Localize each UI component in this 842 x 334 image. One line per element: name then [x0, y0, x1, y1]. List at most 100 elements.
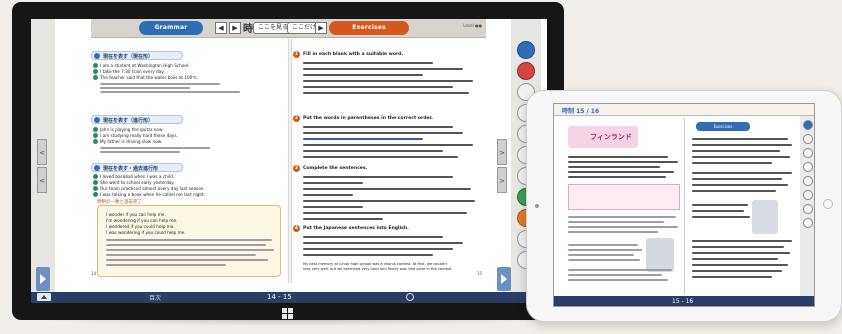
- ipad-bottom-bar: 15 - 16: [554, 296, 814, 306]
- example-8-icon[interactable]: [93, 180, 98, 185]
- example-3-icon[interactable]: [93, 75, 98, 80]
- exercise-page: 1 Fill in each blank with a suitable wor…: [293, 39, 489, 283]
- ipad-ex-line: [692, 156, 790, 158]
- example-4-icon[interactable]: [93, 127, 98, 132]
- ex-audio-button[interactable]: ▶: [315, 22, 327, 34]
- q4-title: Put the Japanese sentences into English.: [303, 226, 409, 231]
- example-5: I am studying really hard these days.: [100, 133, 178, 138]
- q3-line: [303, 182, 363, 184]
- q4-line: [303, 248, 453, 250]
- side-panel-tab[interactable]: [497, 267, 511, 291]
- example-5-icon[interactable]: [93, 133, 98, 138]
- box-line-1: I wonder if you can help me.: [106, 212, 166, 217]
- q3-line: [303, 218, 383, 220]
- ipad-text-line: [568, 254, 634, 256]
- bottom-bar: 目次 14 - 15: [31, 292, 547, 303]
- section-bullet-icon: [94, 165, 100, 171]
- example-9-icon[interactable]: [93, 186, 98, 191]
- q3-line: [303, 206, 363, 208]
- prev-page-tab[interactable]: <: [37, 139, 47, 165]
- ipad-text-line: [568, 166, 660, 168]
- note-line: [100, 91, 240, 93]
- example-3: The teacher said that the water boils at…: [100, 75, 199, 80]
- right-page-number: 15: [477, 271, 483, 276]
- ipad-hand-icon[interactable]: [803, 190, 813, 200]
- prev-page-tab-2[interactable]: <: [37, 167, 47, 193]
- q2-number: 2: [293, 115, 300, 122]
- home-circle-icon[interactable]: [406, 293, 414, 301]
- ipad-zoom-icon[interactable]: [803, 204, 813, 214]
- section-present-simple: 現在を表す（現在形）: [91, 51, 183, 60]
- ipad-ex-line: [692, 270, 782, 272]
- q1-line: [303, 74, 423, 76]
- box-text-line: [106, 254, 256, 256]
- audio-prev-button[interactable]: ◀: [215, 22, 227, 34]
- q3-line: [303, 200, 475, 202]
- level-indicator: Level ●●: [463, 23, 482, 28]
- windows-logo-icon[interactable]: [282, 308, 293, 319]
- ipad-pen-icon[interactable]: [803, 134, 813, 144]
- example-10: I was talking a book when he called me l…: [100, 192, 206, 197]
- example-2-icon[interactable]: [93, 69, 98, 74]
- section-progressive: 現在を表す（進行形）: [91, 115, 183, 124]
- example-1-icon[interactable]: [93, 63, 98, 68]
- home-button[interactable]: [823, 199, 833, 209]
- ipad-page-range: 15 - 16: [672, 298, 694, 305]
- windows-tablet: < < Grammar 時制 3 ◀ ▶ ここを見る ここだけ Exercise…: [12, 2, 564, 320]
- ipad-eraser-icon[interactable]: [803, 162, 813, 172]
- example-6-icon[interactable]: [93, 139, 98, 144]
- q1-line: [303, 86, 453, 88]
- ipad-text-line: [568, 279, 668, 281]
- q2-line: [303, 126, 453, 128]
- ipad-text-icon[interactable]: [803, 218, 813, 228]
- next-page-tab[interactable]: >: [497, 139, 507, 165]
- q3-title: Complete the sentences.: [303, 166, 368, 171]
- grammar-ribbon: Grammar: [139, 21, 203, 35]
- q1-title: Fill in each blank with a suitable word.: [303, 52, 404, 57]
- scene: < < Grammar 時制 3 ◀ ▶ ここを見る ここだけ Exercise…: [0, 0, 842, 334]
- finland-title: フィンランド: [590, 133, 632, 141]
- q3-line: [303, 212, 467, 214]
- ipad-marker-icon[interactable]: [803, 148, 813, 158]
- example-8: She went to school early yesterday.: [100, 180, 175, 185]
- ipad-ex-line: [692, 138, 788, 140]
- next-page-tab-2[interactable]: >: [497, 167, 507, 193]
- ipad-tool-palette: [800, 116, 814, 296]
- pen-icon[interactable]: [517, 62, 535, 80]
- ipad-text-line: [568, 171, 674, 173]
- ipad-ex-line: [692, 264, 788, 266]
- ipad-device: 時制 15 / 16 フィンランド Exercises 15 - 16: [526, 90, 842, 322]
- q2-line: [303, 156, 458, 158]
- box-line-3: I wondered if you could help me.: [106, 224, 175, 229]
- note-line: [100, 151, 180, 153]
- box-text-line: [106, 244, 266, 246]
- ipad-text-line: [568, 249, 642, 251]
- ipad-ex-line: [692, 190, 776, 192]
- box-line-2: I'm wondering if you can help me.: [106, 218, 178, 223]
- ipad-text-line: [568, 161, 678, 163]
- box-text-line: [106, 264, 226, 266]
- q4-line: [303, 236, 443, 238]
- ipad-cursor-icon[interactable]: [803, 120, 813, 130]
- ipad-ruler-icon[interactable]: [803, 176, 813, 186]
- note-line: [100, 87, 190, 89]
- example-6: My father is driving slow now.: [100, 139, 163, 144]
- ipad-ex-line: [692, 240, 792, 242]
- left-page-number: 14: [91, 271, 97, 276]
- audio-play-button[interactable]: ▶: [229, 22, 241, 34]
- collapse-up-icon[interactable]: [37, 293, 51, 301]
- ipad-pink-box: [568, 184, 680, 210]
- q2-line: [303, 132, 463, 134]
- q2-line: [303, 138, 423, 140]
- open-menu-tab[interactable]: [36, 267, 50, 291]
- ipad-ex-line: [692, 162, 772, 164]
- q4-line: [303, 242, 463, 244]
- final-text-line-2: sing very well, but we practiced very ha…: [303, 267, 453, 271]
- toc-label[interactable]: 目次: [149, 293, 161, 302]
- example-10-icon[interactable]: [93, 192, 98, 197]
- example-7-icon[interactable]: [93, 174, 98, 179]
- cursor-icon[interactable]: [517, 41, 535, 59]
- section-bullet-icon: [94, 53, 100, 59]
- ipad-ex-line: [692, 210, 744, 212]
- q1-line: [303, 62, 433, 64]
